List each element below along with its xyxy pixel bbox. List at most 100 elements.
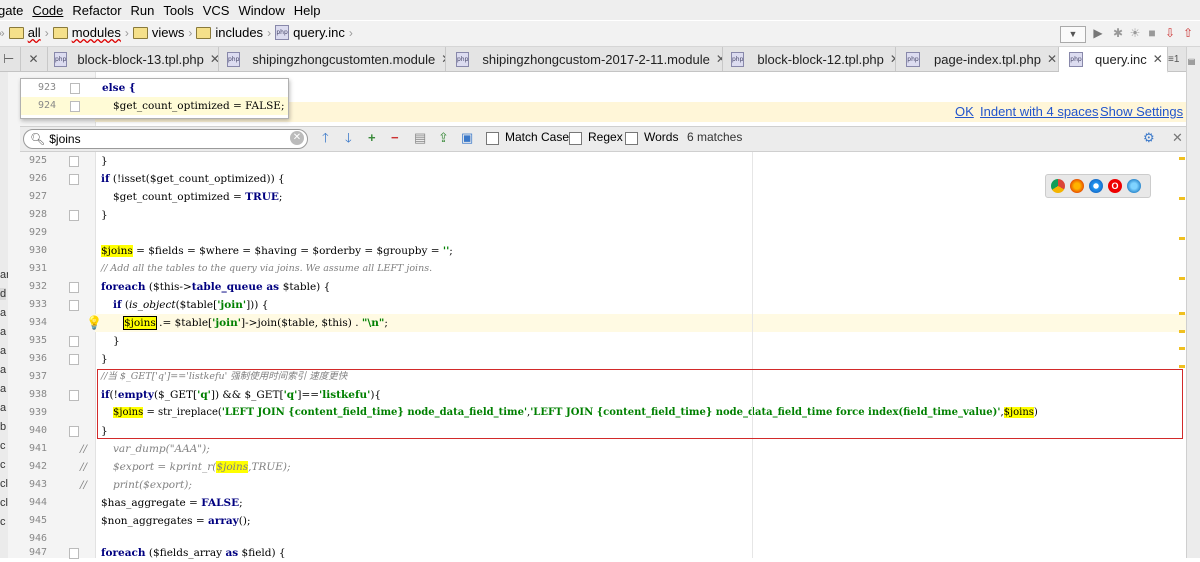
fold-marker-icon[interactable] bbox=[69, 354, 79, 365]
right-margin-guide bbox=[752, 150, 753, 558]
safari-icon[interactable] bbox=[1089, 179, 1103, 193]
fold-marker-icon[interactable] bbox=[69, 390, 79, 401]
fold-marker-icon[interactable] bbox=[69, 210, 79, 221]
code-line: 945 $non_aggregates = array(); bbox=[0, 512, 1186, 530]
database-panel-icon[interactable]: ▤ bbox=[1187, 57, 1196, 66]
match-count: 6 matches bbox=[687, 130, 743, 144]
line-number: 947 bbox=[28, 547, 47, 558]
show-settings-link[interactable]: Show Settings bbox=[1100, 104, 1183, 119]
code-line: 931 // Add all the tables to the query v… bbox=[0, 260, 1186, 278]
code-line: 936 } bbox=[0, 350, 1186, 368]
code-text: } bbox=[113, 335, 120, 347]
popup-line: 923 else { bbox=[21, 79, 288, 97]
error-stripe-mark[interactable] bbox=[1179, 237, 1185, 240]
fold-marker-icon[interactable] bbox=[69, 300, 79, 311]
line-number: 941 bbox=[28, 443, 47, 454]
remove-occurrence-icon[interactable]: − bbox=[391, 130, 399, 146]
line-number: 933 bbox=[28, 299, 47, 310]
comment-marker: // bbox=[80, 479, 88, 491]
line-number: 942 bbox=[28, 461, 47, 472]
fold-marker-icon[interactable] bbox=[69, 174, 79, 185]
line-number: 939 bbox=[28, 407, 47, 418]
right-tool-strip: ▤ bbox=[1179, 47, 1200, 558]
code-line: 929 bbox=[0, 224, 1186, 242]
fold-marker-icon bbox=[70, 101, 80, 112]
line-number: 928 bbox=[28, 209, 47, 220]
lightbulb-icon[interactable]: 💡 bbox=[86, 314, 102, 332]
close-find-bar-icon[interactable]: ✕ bbox=[1172, 130, 1183, 146]
clear-search-icon[interactable]: ✕ bbox=[290, 131, 304, 145]
line-number: 932 bbox=[28, 281, 47, 292]
comment-marker: // bbox=[80, 461, 88, 473]
browser-preview-bar: O bbox=[1045, 174, 1151, 198]
ie-icon[interactable] bbox=[1127, 179, 1141, 193]
code-text: $joins = $fields = $where = $having = $o… bbox=[101, 245, 453, 257]
select-all-occurrences-icon[interactable]: ▤ bbox=[414, 130, 426, 146]
fold-marker-icon[interactable] bbox=[69, 282, 79, 293]
comment-marker: // bbox=[80, 443, 88, 455]
firefox-icon[interactable] bbox=[1070, 179, 1084, 193]
line-number: 923 bbox=[37, 82, 56, 93]
regex-label[interactable]: Regex bbox=[588, 130, 623, 144]
code-comment: var_dump("AAA"); bbox=[113, 443, 210, 455]
code-text: $non_aggregates = array(); bbox=[101, 515, 251, 527]
fold-marker-icon[interactable] bbox=[69, 426, 79, 437]
code-text: } bbox=[101, 353, 108, 365]
line-number: 938 bbox=[28, 389, 47, 400]
error-stripe-mark[interactable] bbox=[1179, 197, 1185, 200]
line-number: 940 bbox=[28, 425, 47, 436]
ok-link[interactable]: OK bbox=[955, 104, 974, 119]
line-number: 930 bbox=[28, 245, 47, 256]
code-line: 944 $has_aggregate = FALSE; bbox=[0, 494, 1186, 512]
code-text: $joins .= $table['join']->join($table, $… bbox=[123, 316, 388, 330]
line-number: 929 bbox=[28, 227, 47, 238]
add-occurrence-icon[interactable]: + bbox=[368, 130, 376, 146]
match-case-checkbox[interactable] bbox=[486, 132, 499, 145]
code-line: 932 foreach ($this->table_queue as $tabl… bbox=[0, 278, 1186, 296]
search-value: $joins bbox=[49, 132, 81, 146]
search-input[interactable]: 🔍︎ $joins ✕ bbox=[23, 129, 308, 149]
error-stripe-mark[interactable] bbox=[1179, 157, 1185, 160]
code-comment: print($export); bbox=[113, 479, 192, 491]
regex-checkbox[interactable] bbox=[569, 132, 582, 145]
settings-gear-icon[interactable]: ⚙ bbox=[1143, 130, 1155, 146]
code-text: } bbox=[101, 155, 108, 167]
line-number: 944 bbox=[28, 497, 47, 508]
search-match: $joins bbox=[101, 245, 133, 257]
code-text: foreach ($fields_array as $field) { bbox=[101, 547, 286, 559]
fold-marker-icon[interactable] bbox=[69, 156, 79, 167]
opera-icon[interactable]: O bbox=[1108, 179, 1122, 193]
line-number: 931 bbox=[28, 263, 47, 274]
filter-icon[interactable]: ▣ bbox=[461, 130, 473, 146]
error-stripe-mark[interactable] bbox=[1179, 330, 1185, 333]
fold-marker-icon[interactable] bbox=[69, 548, 79, 559]
context-preview-popup: 923 else { 924 $get_count_optimized = FA… bbox=[20, 78, 289, 119]
error-stripe-mark[interactable] bbox=[1179, 277, 1185, 280]
code-text: if (is_object($table['join'])) { bbox=[113, 299, 269, 311]
error-stripe-mark[interactable] bbox=[1179, 312, 1185, 315]
match-case-label[interactable]: Match Case bbox=[505, 130, 569, 144]
search-icon[interactable]: 🔍︎ bbox=[30, 132, 45, 146]
previous-occurrence-icon[interactable]: 🡑 bbox=[322, 130, 329, 146]
line-number: 925 bbox=[28, 155, 47, 166]
error-stripe-mark[interactable] bbox=[1179, 347, 1185, 350]
line-number: 936 bbox=[28, 353, 47, 364]
line-number: 943 bbox=[28, 479, 47, 490]
indent-link[interactable]: Indent with 4 spaces bbox=[980, 104, 1099, 119]
code-line: 927 $get_count_optimized = TRUE; bbox=[0, 188, 1186, 206]
export-occurrences-icon[interactable]: ⇪ bbox=[438, 130, 449, 146]
code-line: 928 } bbox=[0, 206, 1186, 224]
next-occurrence-icon[interactable]: 🡓 bbox=[345, 130, 352, 146]
error-stripe-mark[interactable] bbox=[1179, 365, 1185, 368]
code-line: 933 if (is_object($table['join'])) { bbox=[0, 296, 1186, 314]
code-text: $get_count_optimized = FALSE; bbox=[113, 100, 285, 112]
words-label[interactable]: Words bbox=[644, 130, 678, 144]
current-search-match: $joins bbox=[123, 316, 157, 330]
code-line: 941 // var_dump("AAA"); bbox=[0, 440, 1186, 458]
words-checkbox[interactable] bbox=[625, 132, 638, 145]
line-number: 926 bbox=[28, 173, 47, 184]
code-line: 930 $joins = $fields = $where = $having … bbox=[0, 242, 1186, 260]
fold-marker-icon[interactable] bbox=[69, 336, 79, 347]
code-line: 942 // $export = kprint_r($joins,TRUE); bbox=[0, 458, 1186, 476]
chrome-icon[interactable] bbox=[1051, 179, 1065, 193]
